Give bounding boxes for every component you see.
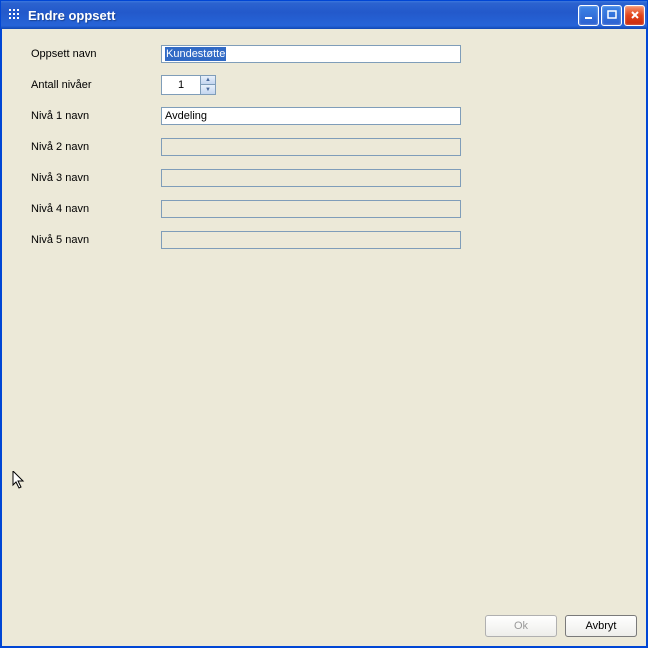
oppsett-navn-label: Oppsett navn [31,48,161,60]
close-button[interactable] [624,5,645,26]
app-icon [7,7,23,23]
antall-nivaaer-spinner[interactable]: ▲ ▼ [161,75,216,95]
cursor-icon [11,471,27,491]
nivaa-2-label: Nivå 2 navn [31,141,161,153]
row-nivaa-5: Nivå 5 navn [31,231,629,249]
nivaa-1-label: Nivå 1 navn [31,110,161,122]
antall-nivaaer-input[interactable] [161,75,201,95]
window-title: Endre oppsett [28,8,578,23]
dialog-window: Endre oppsett Oppsett navn Kundestøtte A… [0,0,648,648]
nivaa-5-input [161,231,461,249]
nivaa-4-label: Nivå 4 navn [31,203,161,215]
nivaa-1-input[interactable] [161,107,461,125]
nivaa-3-input [161,169,461,187]
ok-button: Ok [485,615,557,637]
minimize-button[interactable] [578,5,599,26]
nivaa-2-input [161,138,461,156]
row-nivaa-1: Nivå 1 navn [31,107,629,125]
button-bar: Ok Avbryt [1,609,647,647]
row-nivaa-4: Nivå 4 navn [31,200,629,218]
row-nivaa-3: Nivå 3 navn [31,169,629,187]
oppsett-navn-input[interactable] [161,45,461,63]
antall-nivaaer-label: Antall nivåer [31,79,161,91]
row-oppsett-navn: Oppsett navn Kundestøtte [31,45,629,63]
window-controls [578,5,645,26]
nivaa-5-label: Nivå 5 navn [31,234,161,246]
spinner-down-icon[interactable]: ▼ [201,85,215,94]
dialog-content: Oppsett navn Kundestøtte Antall nivåer ▲… [1,29,647,609]
row-antall-nivaaer: Antall nivåer ▲ ▼ [31,76,629,94]
maximize-button[interactable] [601,5,622,26]
nivaa-4-input [161,200,461,218]
titlebar[interactable]: Endre oppsett [1,1,647,29]
cancel-button[interactable]: Avbryt [565,615,637,637]
nivaa-3-label: Nivå 3 navn [31,172,161,184]
spinner-up-icon[interactable]: ▲ [201,76,215,85]
row-nivaa-2: Nivå 2 navn [31,138,629,156]
